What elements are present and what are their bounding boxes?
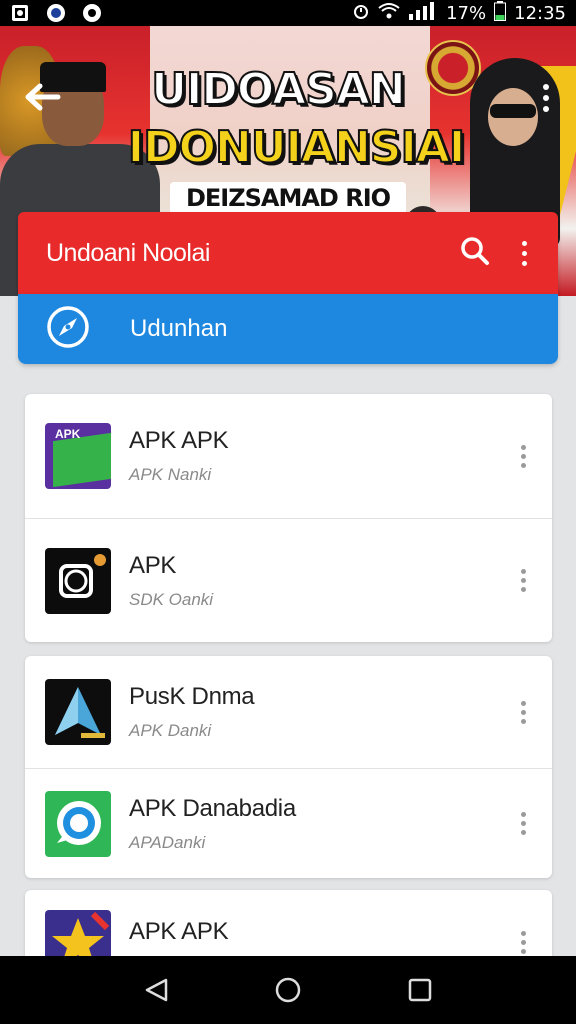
list-item-title: APK APK — [129, 918, 229, 945]
list-item-title: APK — [129, 551, 177, 579]
apk-star-icon — [45, 910, 111, 956]
item-more-icon[interactable] — [516, 928, 530, 956]
back-nav-icon[interactable] — [136, 970, 176, 1010]
system-nav-bar — [0, 956, 576, 1024]
apk-green-purple-icon: APK — [45, 423, 111, 489]
overflow-menu-icon[interactable] — [532, 78, 560, 118]
apk-black-icon — [45, 547, 111, 614]
list-item-subtitle: SDK Oanki — [129, 589, 214, 609]
battery-icon — [494, 0, 507, 26]
back-arrow-icon[interactable] — [22, 80, 66, 114]
apk-green-chat-icon — [45, 790, 111, 857]
list-item[interactable]: APK SDK Oanki — [25, 518, 552, 642]
list-item[interactable]: APK Danabadia APADanki — [25, 768, 552, 878]
list-item-title: PusK Dnma — [129, 683, 255, 710]
hero-subtitle: DEIZSAMAD RIO — [169, 182, 407, 214]
list-item-title: APK Danabadia — [129, 794, 296, 822]
list-item-title: APK APK — [129, 427, 229, 454]
gallery-notification-icon — [10, 3, 30, 23]
toolbar-overflow-icon[interactable] — [514, 238, 534, 268]
battery-percent: 17% — [446, 2, 487, 24]
hero-title-line3: DEIZSAMAD RIO — [0, 182, 576, 214]
item-more-icon[interactable] — [516, 810, 530, 838]
hero-title-line1: UIDOASAN — [150, 63, 406, 116]
subbar[interactable]: Udunhan — [18, 294, 558, 364]
item-more-icon[interactable] — [516, 698, 530, 726]
app-title: Undoani Noolai — [46, 238, 210, 267]
app-toolbar: Undoani Noolai — [18, 212, 558, 294]
hero-title-line2: IDONUIANSIAI — [127, 121, 467, 174]
recents-nav-icon[interactable] — [400, 970, 440, 1010]
list-item[interactable]: PusK Dnma APK Danki — [25, 656, 552, 768]
search-icon[interactable] — [460, 236, 490, 271]
app-card: APK APK APK APK Nanki APK SDK Oanki — [25, 394, 552, 642]
apk-arrow-icon — [45, 679, 111, 745]
list-item-subtitle: APK Nanki — [129, 465, 212, 484]
list-item[interactable]: APK APK APK APK Nanki — [25, 394, 552, 518]
record-notification-icon — [82, 3, 102, 23]
signal-icon — [408, 1, 438, 25]
list-item-subtitle: APADanki — [129, 832, 206, 852]
subbar-label: Udunhan — [130, 315, 228, 342]
item-more-icon[interactable] — [516, 567, 530, 595]
list-item-subtitle: APK Danki — [129, 721, 212, 740]
wifi-icon — [378, 2, 400, 25]
item-more-icon[interactable] — [516, 442, 530, 470]
status-bar: 17% 12:35 — [0, 0, 576, 26]
clock-time: 12:35 — [514, 2, 566, 24]
compass-icon — [46, 305, 90, 354]
home-nav-icon[interactable] — [268, 970, 308, 1010]
app-card: PusK Dnma APK Danki APK Danabadia APADan… — [25, 656, 552, 878]
list-item[interactable]: APK APK — [25, 890, 552, 956]
alarm-icon — [352, 2, 370, 25]
circle-notification-icon — [46, 3, 66, 23]
app-card: APK APK — [25, 890, 552, 956]
